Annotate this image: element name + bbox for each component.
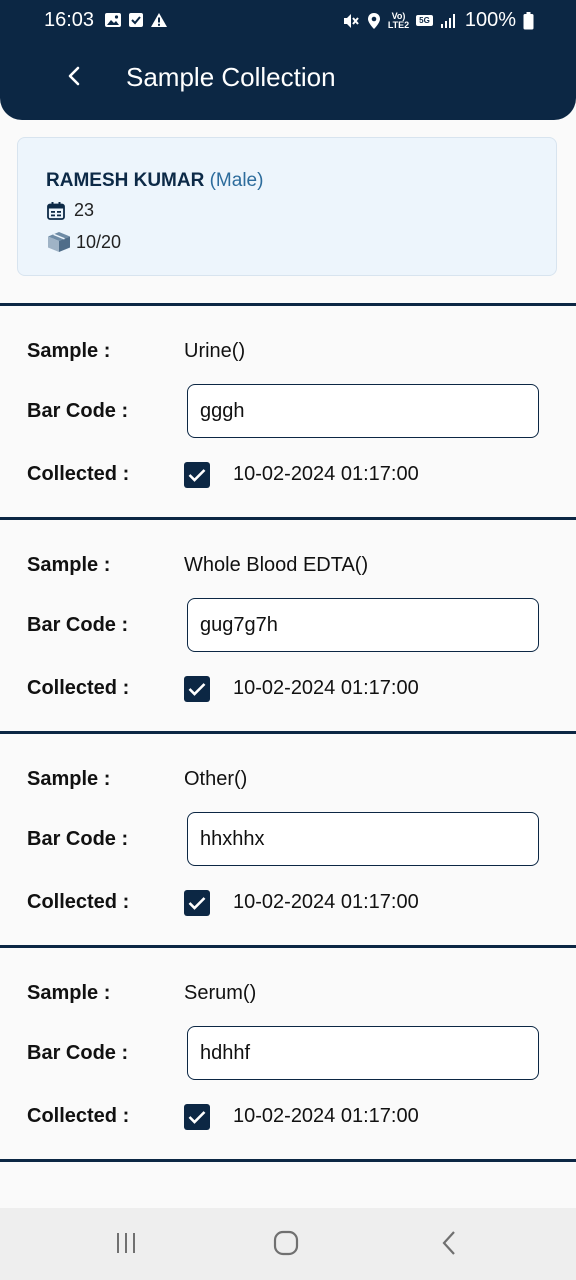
sample-name: Whole Blood EDTA() [184,554,369,576]
recents-button[interactable] [106,1228,146,1262]
system-navigation-bar [0,1208,576,1280]
home-button[interactable] [266,1228,306,1262]
collected-timestamp: 10-02-2024 01:17:00 [233,891,419,913]
app-header: 16:03 Vo) LTE2 5G 100% Sample Collection [0,0,576,120]
sample-section: Sample : Urine() Bar Code : Collected : … [0,306,576,520]
page-title: Sample Collection [126,62,336,92]
network-lte: LTE2 [387,19,410,30]
patient-gender: (Male) [209,170,264,191]
status-bar: 16:03 Vo) LTE2 5G 100% [0,0,576,42]
location-icon [367,12,381,30]
collected-label: Collected : [27,677,130,699]
patient-sample-ratio-row: 10/20 [46,231,121,253]
chevron-left-icon [66,65,82,92]
collected-label: Collected : [27,463,130,485]
network-5g-badge: 5G [416,15,433,26]
checkmark-icon [187,895,207,911]
collected-label: Collected : [27,1105,130,1127]
barcode-input[interactable] [187,1026,539,1080]
sample-label: Sample : [27,340,111,362]
back-icon [440,1230,458,1261]
battery-icon [523,11,534,30]
collected-timestamp: 10-02-2024 01:17:00 [233,463,419,485]
recents-icon [114,1231,138,1260]
checkmark-icon [187,467,207,483]
battery-percentage: 100% [464,9,516,31]
barcode-input[interactable] [187,598,539,652]
sample-name: Serum() [184,982,257,1004]
barcode-label: Bar Code : [27,400,129,422]
sample-name: Urine() [184,340,246,362]
patient-age: 23 [74,200,95,220]
section-divider [0,1159,576,1162]
collected-checkbox[interactable] [184,462,210,488]
sample-label: Sample : [27,982,111,1004]
collected-checkbox[interactable] [184,1104,210,1130]
sample-label: Sample : [27,554,111,576]
collected-checkbox[interactable] [184,890,210,916]
barcode-label: Bar Code : [27,614,129,636]
sample-name: Other() [184,768,248,790]
signal-icon [440,13,458,29]
barcode-input[interactable] [187,812,539,866]
patient-age-row: 23 [46,200,94,221]
collected-checkbox[interactable] [184,676,210,702]
home-icon [273,1230,299,1261]
checkmark-icon [187,1109,207,1125]
barcode-label: Bar Code : [27,828,129,850]
calendar-icon [46,201,74,221]
sample-label: Sample : [27,768,111,790]
check-square-icon [128,12,144,33]
collected-label: Collected : [27,891,130,913]
patient-sample-ratio: 10/20 [76,231,122,252]
warning-icon [150,12,168,33]
patient-name: RAMESH KUMAR [46,170,205,191]
patient-card: RAMESH KUMAR (Male) 23 10/20 [17,137,557,276]
status-system-icons: Vo) LTE2 5G 100% [342,9,534,32]
collected-timestamp: 10-02-2024 01:17:00 [233,1105,419,1127]
status-notification-icons [104,12,168,33]
checkmark-icon [187,681,207,697]
barcode-label: Bar Code : [27,1042,129,1064]
sample-section: Sample : Serum() Bar Code : Collected : … [0,948,576,1162]
boxes-icon [46,231,76,253]
system-back-button[interactable] [429,1228,469,1262]
image-icon [104,12,122,33]
mute-icon [342,12,360,30]
patient-name-row: RAMESH KUMAR (Male) [46,170,263,192]
network-indicator: Vo) LTE2 [387,11,410,30]
barcode-input[interactable] [187,384,539,438]
status-time: 16:03 [44,9,95,31]
sample-section: Sample : Whole Blood EDTA() Bar Code : C… [0,520,576,734]
back-button[interactable] [56,58,92,98]
sample-section: Sample : Other() Bar Code : Collected : … [0,734,576,948]
collected-timestamp: 10-02-2024 01:17:00 [233,677,419,699]
